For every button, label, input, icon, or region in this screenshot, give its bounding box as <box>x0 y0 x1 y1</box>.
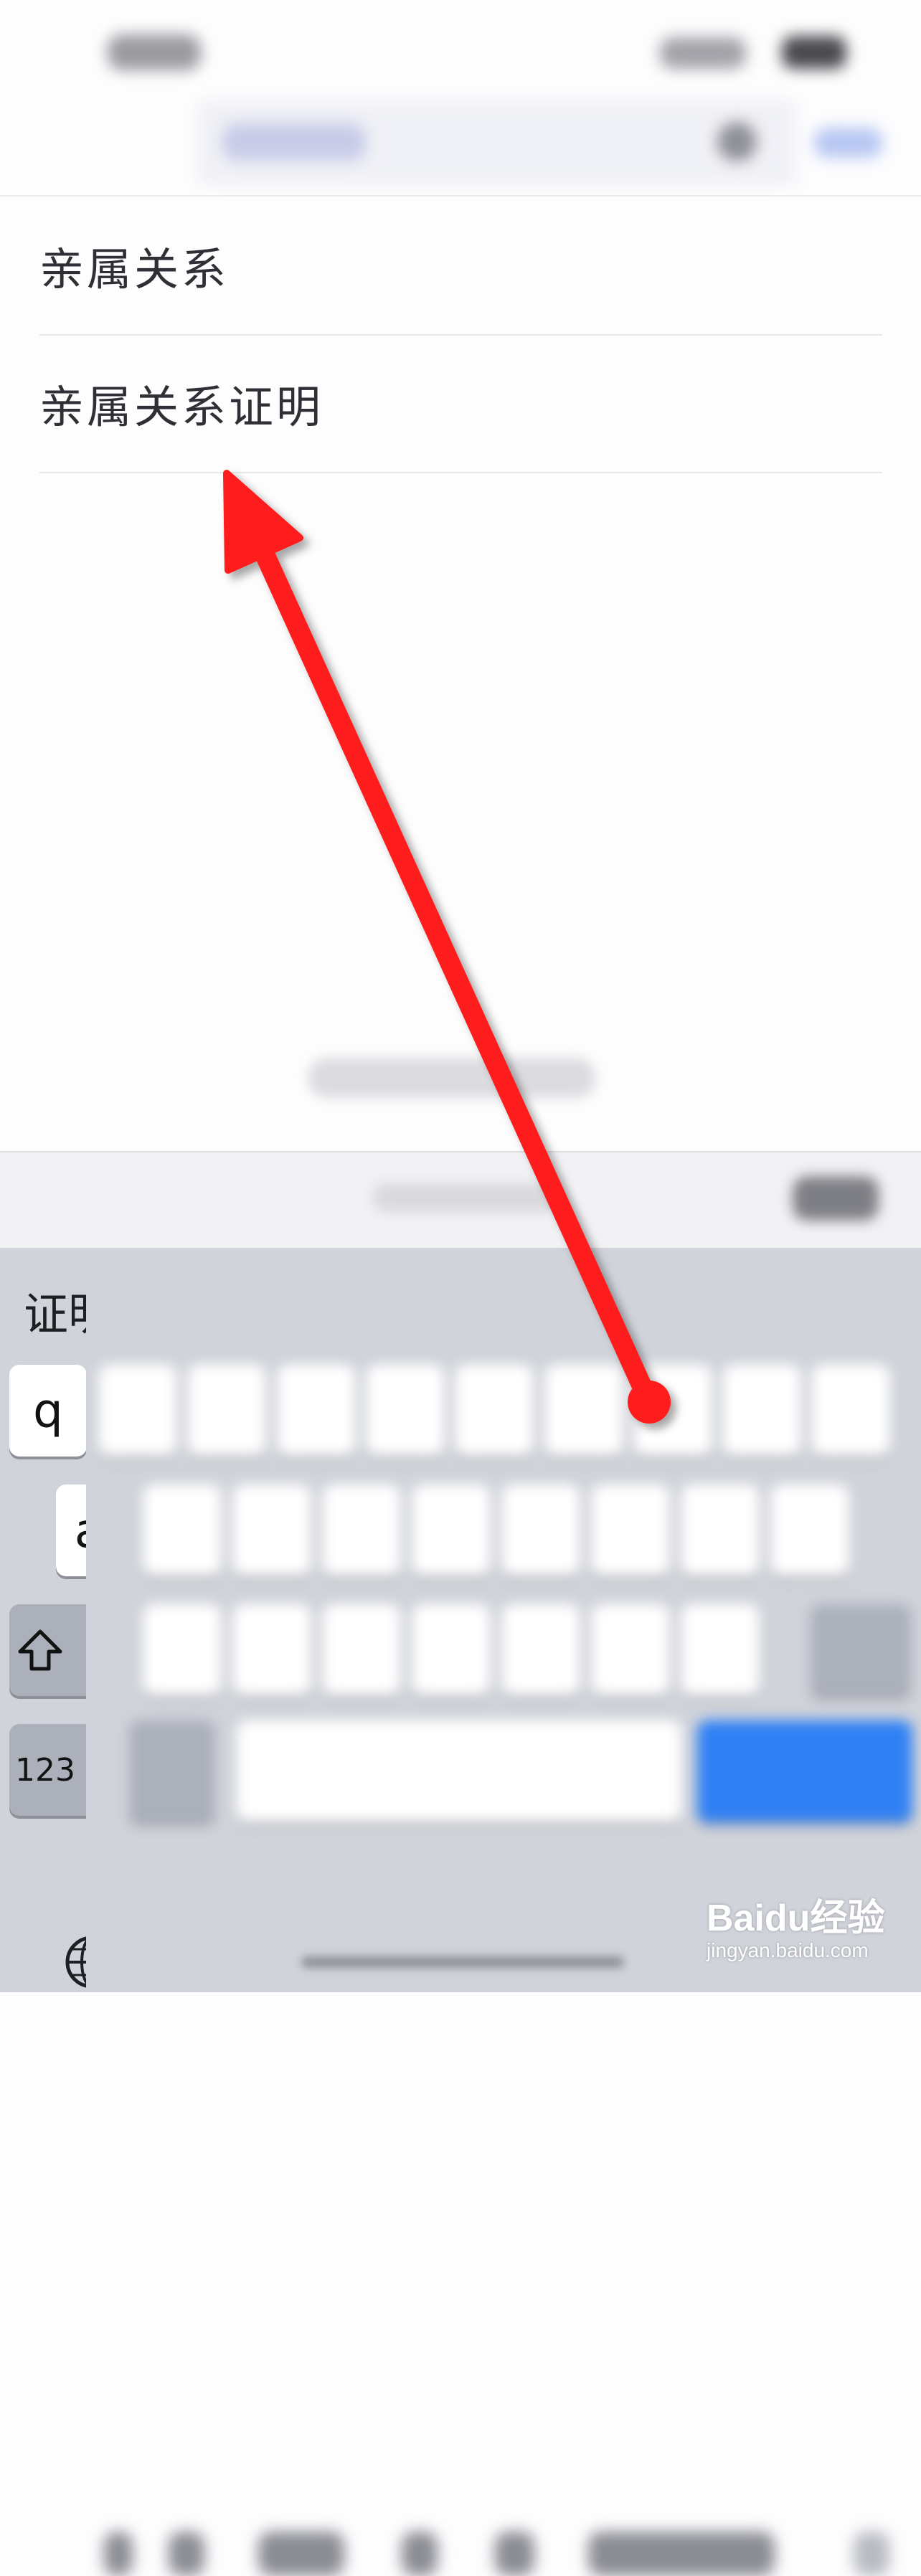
candidate-text: 证明 <box>24 1288 86 1340</box>
watermark: Baidu经验 jingyan.baidu.com <box>707 1888 915 1974</box>
search-query-text <box>222 123 366 161</box>
status-time <box>108 34 201 70</box>
key[interactable] <box>233 1484 311 1576</box>
key[interactable] <box>723 1365 800 1457</box>
candidate-item[interactable] <box>588 2532 775 2576</box>
clear-icon[interactable] <box>717 122 757 161</box>
candidate-bar <box>0 1248 921 2576</box>
key[interactable] <box>681 1484 759 1576</box>
globe-icon[interactable] <box>63 1933 86 1992</box>
space-key[interactable] <box>237 1720 681 1822</box>
signal-icon <box>660 37 746 69</box>
cancel-button[interactable] <box>814 128 882 158</box>
key[interactable] <box>455 1365 533 1457</box>
key[interactable] <box>367 1365 444 1457</box>
candidate-item[interactable] <box>258 2532 344 2576</box>
key[interactable] <box>323 1484 400 1576</box>
chevron-down-icon[interactable] <box>854 2532 889 2576</box>
battery-icon <box>782 36 846 69</box>
tip-text <box>308 1058 595 1098</box>
key[interactable] <box>502 1484 580 1576</box>
key[interactable] <box>188 1365 265 1457</box>
watermark-domain: jingyan.baidu.com <box>707 1939 869 1961</box>
list-item[interactable]: 亲属关系 <box>39 196 882 336</box>
key-label: 123 <box>15 1751 75 1789</box>
candidate-item[interactable] <box>402 2532 438 2576</box>
shift-icon <box>17 1629 63 1672</box>
key[interactable] <box>99 1365 176 1457</box>
return-key[interactable] <box>697 1720 912 1822</box>
keyboard-left-strip: q a 123 <box>0 1355 86 1992</box>
key[interactable] <box>634 1365 712 1457</box>
key-a[interactable]: a <box>56 1484 86 1576</box>
shift-key[interactable] <box>9 1604 86 1696</box>
candidate-item[interactable] <box>169 2532 204 2576</box>
key-label: q <box>33 1383 63 1439</box>
candidate-first[interactable]: 证明 <box>0 1248 86 1355</box>
numbers-key[interactable]: 123 <box>9 1724 86 1816</box>
key[interactable] <box>278 1365 355 1457</box>
home-indicator <box>301 1956 624 1968</box>
key-q[interactable]: q <box>9 1365 86 1457</box>
done-button[interactable] <box>793 1176 879 1221</box>
toolbar-hint <box>373 1183 559 1212</box>
key[interactable] <box>502 1604 580 1696</box>
emoji-key[interactable] <box>129 1720 215 1822</box>
delete-key[interactable] <box>811 1604 911 1696</box>
key-label: a <box>75 1503 86 1558</box>
key[interactable] <box>812 1365 889 1457</box>
key[interactable] <box>592 1484 669 1576</box>
key[interactable] <box>545 1365 623 1457</box>
key[interactable] <box>323 1604 400 1696</box>
suggestion-label: 亲属关系证明 <box>39 381 324 433</box>
key[interactable] <box>771 1484 849 1576</box>
suggestion-label: 亲属关系 <box>39 243 230 295</box>
key[interactable] <box>681 1604 759 1696</box>
key[interactable] <box>412 1604 490 1696</box>
status-bar <box>0 0 921 108</box>
candidate-item[interactable] <box>104 2532 133 2576</box>
key[interactable] <box>143 1484 221 1576</box>
list-item[interactable]: 亲属关系证明 <box>39 334 882 473</box>
candidate-item[interactable] <box>495 2532 534 2576</box>
key[interactable] <box>592 1604 669 1696</box>
key[interactable] <box>412 1484 490 1576</box>
watermark-logo: Baidu经验 <box>707 1898 885 1939</box>
key[interactable] <box>143 1604 221 1696</box>
key[interactable] <box>233 1604 311 1696</box>
